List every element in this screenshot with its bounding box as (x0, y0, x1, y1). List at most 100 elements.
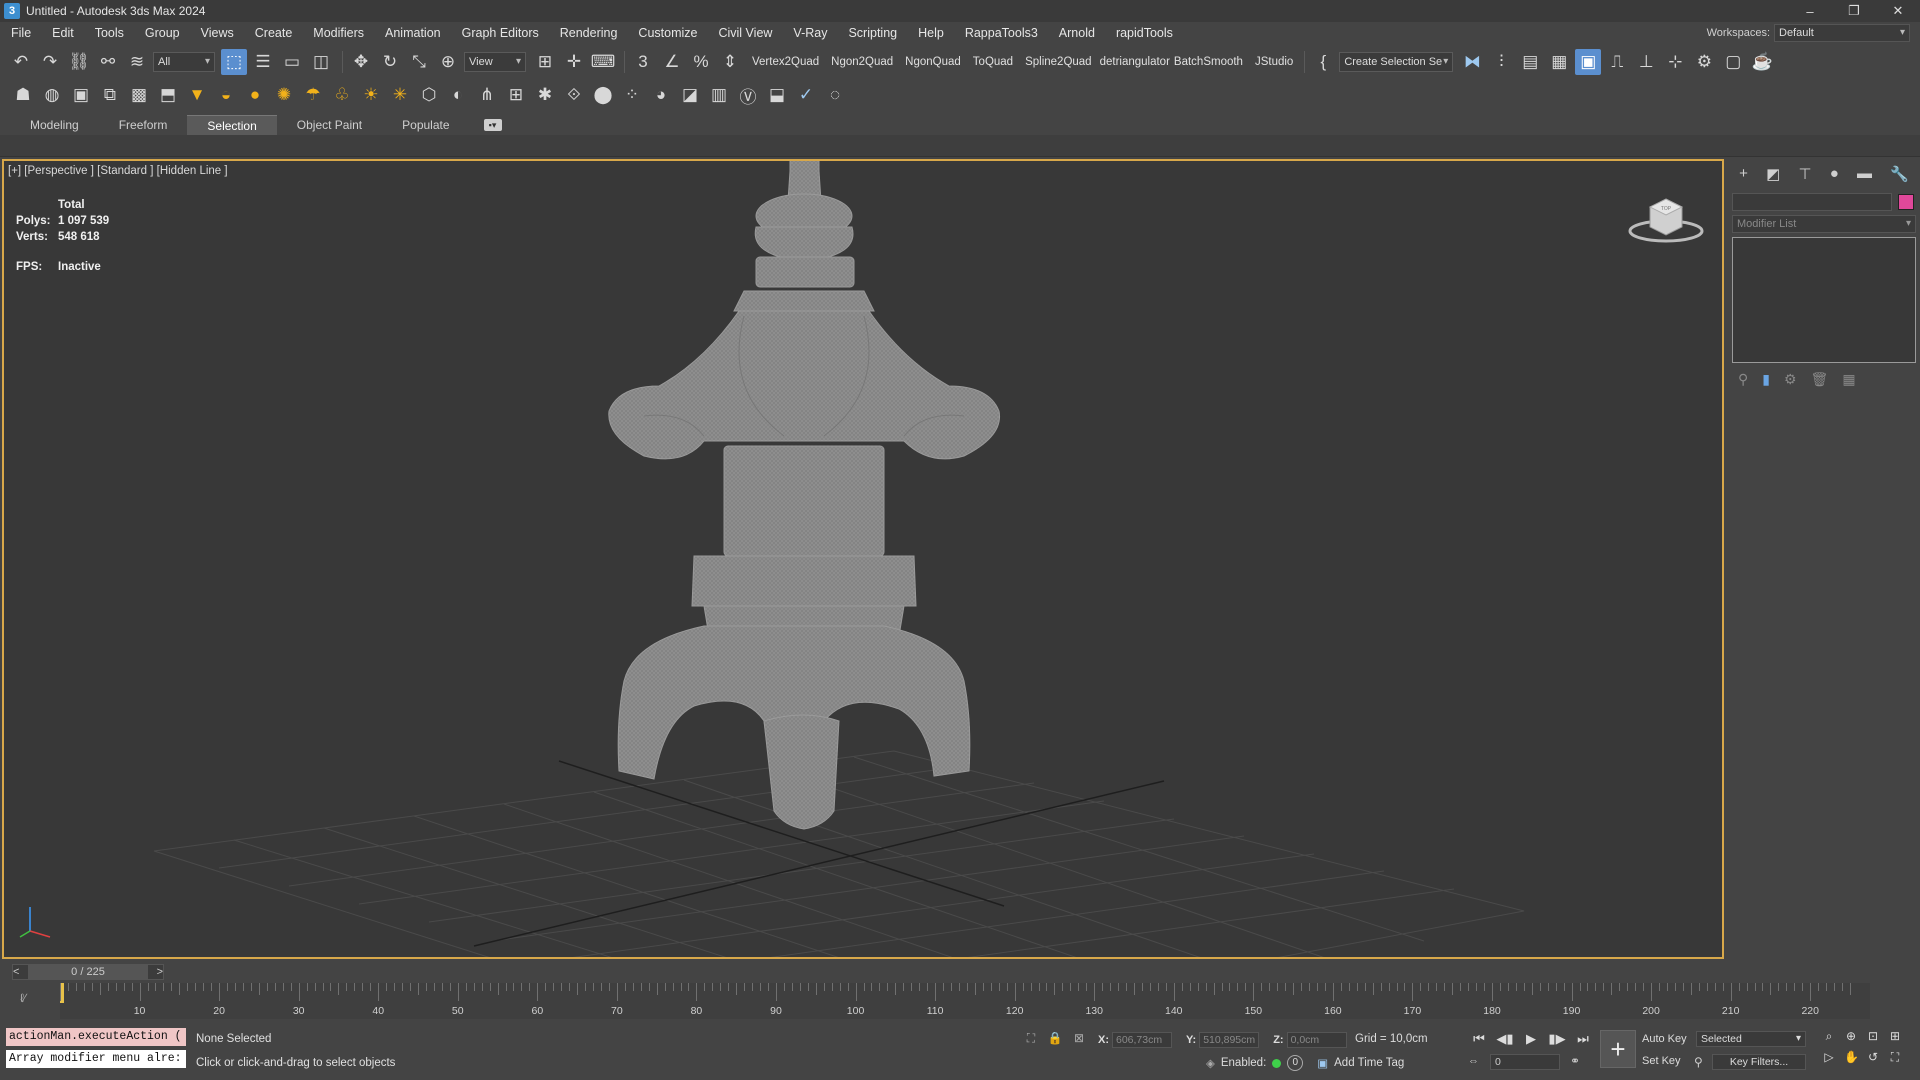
key-mode-dropdown[interactable]: Selected (1696, 1031, 1806, 1047)
viewcube-icon[interactable]: TOP (1626, 193, 1706, 245)
spinner-snap-icon[interactable]: ⇕ (717, 49, 743, 75)
vray-multi-icon[interactable]: ⁘ (619, 82, 645, 108)
motion-tab-icon[interactable]: ● (1830, 165, 1839, 183)
render-save-icon[interactable]: ⬓ (764, 82, 790, 108)
degradation-icon[interactable]: ◈ (1206, 1056, 1215, 1070)
vray-light-icon[interactable]: ▼ (184, 82, 210, 108)
close-button[interactable]: ✕ (1876, 0, 1920, 22)
refresh-icon[interactable]: ◌ (822, 82, 848, 108)
align-icon[interactable]: ⫶ (1488, 49, 1514, 75)
reference-coordinate-dropdown[interactable]: View (464, 52, 526, 72)
next-frame-icon[interactable]: ▮▶ (1544, 1031, 1570, 1047)
vray-vfb-icon[interactable]: ◪ (677, 82, 703, 108)
menu-views[interactable]: Views (190, 26, 244, 40)
menu-customize[interactable]: Customize (627, 26, 707, 40)
set-keys-button[interactable]: + (1600, 1030, 1636, 1068)
zoom-icon[interactable]: ⌕ (1822, 1029, 1836, 1044)
selection-lock-icon[interactable]: 🔒 (1046, 1031, 1064, 1049)
percent-snap-icon[interactable]: % (688, 49, 714, 75)
menu-vray[interactable]: V-Ray (782, 26, 837, 40)
menu-create[interactable]: Create (244, 26, 303, 40)
zoom-extents-all-icon[interactable]: ⊞ (1888, 1029, 1902, 1044)
key-filters-button[interactable]: Key Filters... (1712, 1054, 1806, 1070)
menu-arnold[interactable]: Arnold (1048, 26, 1105, 40)
vray-sphere-light-icon[interactable]: ● (242, 82, 268, 108)
time-slider[interactable]: < 0 / 225 > (12, 964, 164, 980)
go-to-end-icon[interactable]: ⏭ (1570, 1031, 1596, 1047)
select-manipulate-icon[interactable]: ✛ (561, 49, 587, 75)
render-setup-icon[interactable]: ⚙ (1691, 49, 1717, 75)
remove-modifier-icon[interactable]: 🗑 (1811, 371, 1829, 388)
check-icon[interactable]: ✓ (793, 82, 819, 108)
hierarchy-tab-icon[interactable]: ⊤ (1798, 165, 1811, 183)
unlink-icon[interactable]: ⚯ (95, 49, 121, 75)
vray-sun-icon[interactable]: ☀ (358, 82, 384, 108)
selection-filter-dropdown[interactable]: All (153, 52, 215, 72)
enabled-indicator[interactable] (1272, 1058, 1282, 1068)
add-time-tag-button[interactable]: Add Time Tag (1334, 1057, 1404, 1069)
angle-snap-icon[interactable]: ∠ (659, 49, 685, 75)
workspace-dropdown[interactable]: Default (1774, 24, 1910, 42)
mini-curve-editor-icon[interactable]: ℓ∕ (20, 991, 26, 1005)
pan-icon[interactable]: ✋ (1844, 1050, 1859, 1065)
configure-modifier-sets-icon[interactable]: ▦ (1842, 371, 1855, 388)
film-icon[interactable]: ⬒ (155, 82, 181, 108)
y-coordinate-field[interactable]: 510,895cm (1199, 1032, 1260, 1048)
pin-stack-icon[interactable]: ⚲ (1738, 371, 1748, 388)
perspective-viewport[interactable]: [+] [Perspective ] [Standard ] [Hidden L… (2, 159, 1724, 959)
play-icon[interactable]: ▶ (1518, 1031, 1544, 1047)
vray-grass-icon[interactable]: ✱ (532, 82, 558, 108)
set-key-button[interactable]: Set Key (1642, 1055, 1681, 1067)
script-spline2quad-button[interactable]: Spline2Quad (1019, 56, 1098, 68)
current-frame-field[interactable]: 0 (1490, 1054, 1560, 1070)
menu-tools[interactable]: Tools (84, 26, 134, 40)
toggle-layer-explorer-icon[interactable]: ▦ (1546, 49, 1572, 75)
snaps-toggle-icon[interactable]: 3 (630, 49, 656, 75)
scale-icon[interactable]: ⤡ (406, 49, 432, 75)
script-toquad-button[interactable]: ToQuad (967, 56, 1019, 68)
modify-tab-icon[interactable]: ◩ (1766, 165, 1780, 183)
auto-key-button[interactable]: Auto Key (1642, 1033, 1687, 1045)
make-unique-icon[interactable]: ⚙ (1784, 371, 1797, 388)
window-crossing-icon[interactable]: ◫ (308, 49, 334, 75)
place-icon[interactable]: ⊕ (435, 49, 461, 75)
modifier-stack[interactable] (1732, 237, 1916, 363)
time-slider-thumb[interactable]: 0 / 225 (28, 965, 148, 979)
script-batchsmooth-button[interactable]: BatchSmooth (1172, 56, 1249, 68)
tab-populate[interactable]: Populate (382, 115, 469, 135)
named-selection-dropdown[interactable]: Create Selection Se (1339, 52, 1454, 72)
vray-spot-icon[interactable]: ☂ (300, 82, 326, 108)
isolate-selection-icon[interactable]: ⛶ (1022, 1031, 1040, 1049)
keyboard-shortcut-override-icon[interactable]: ⌨ (590, 49, 616, 75)
modifier-list-dropdown[interactable]: Modifier List (1732, 215, 1916, 233)
object-color-swatch[interactable] (1898, 194, 1914, 210)
tab-selection[interactable]: Selection (187, 115, 277, 135)
menu-animation[interactable]: Animation (374, 26, 451, 40)
redo-icon[interactable]: ↷ (37, 49, 63, 75)
display-tab-icon[interactable]: ▬ (1857, 165, 1872, 183)
sphere-tool-icon[interactable]: ◍ (39, 82, 65, 108)
ribbon-options-icon[interactable]: ▪▾ (483, 119, 502, 131)
vray-proxy-icon[interactable]: ⬡ (416, 82, 442, 108)
vray-v-icon[interactable]: Ⓥ (735, 82, 761, 108)
vray-ies-icon[interactable]: ✺ (271, 82, 297, 108)
utilities-tab-icon[interactable]: 🔧 (1890, 165, 1909, 183)
restore-button[interactable]: ❐ (1832, 0, 1876, 22)
box-tool-icon[interactable]: ▣ (68, 82, 94, 108)
menu-help[interactable]: Help (907, 26, 954, 40)
maxscript-listener-input[interactable]: Array modifier menu alre: (6, 1050, 186, 1068)
vray-decal-icon[interactable]: ⟐ (561, 82, 587, 108)
go-to-start-icon[interactable]: ⏮ (1466, 1031, 1492, 1047)
menu-scripting[interactable]: Scripting (837, 26, 907, 40)
zoom-extents-icon[interactable]: ⊡ (1866, 1029, 1880, 1044)
select-object-icon[interactable]: ⬚ (221, 49, 247, 75)
menu-edit[interactable]: Edit (41, 26, 84, 40)
orbit-icon[interactable]: ↺ (1866, 1050, 1880, 1065)
time-tag-icon[interactable]: ▣ (1317, 1056, 1328, 1070)
track-bar[interactable]: 10 20 30 40 50 60 70 80 90 100 110 120 130 140 150 160 1… (60, 983, 1870, 1019)
toggle-scene-explorer-icon[interactable]: ▤ (1517, 49, 1543, 75)
script-ngonquad-button[interactable]: NgonQuad (899, 56, 967, 68)
field-of-view-icon[interactable]: ▷ (1822, 1050, 1836, 1065)
schematic-view-icon[interactable]: ⊥ (1633, 49, 1659, 75)
absolute-mode-icon[interactable]: ⊠ (1070, 1031, 1088, 1049)
